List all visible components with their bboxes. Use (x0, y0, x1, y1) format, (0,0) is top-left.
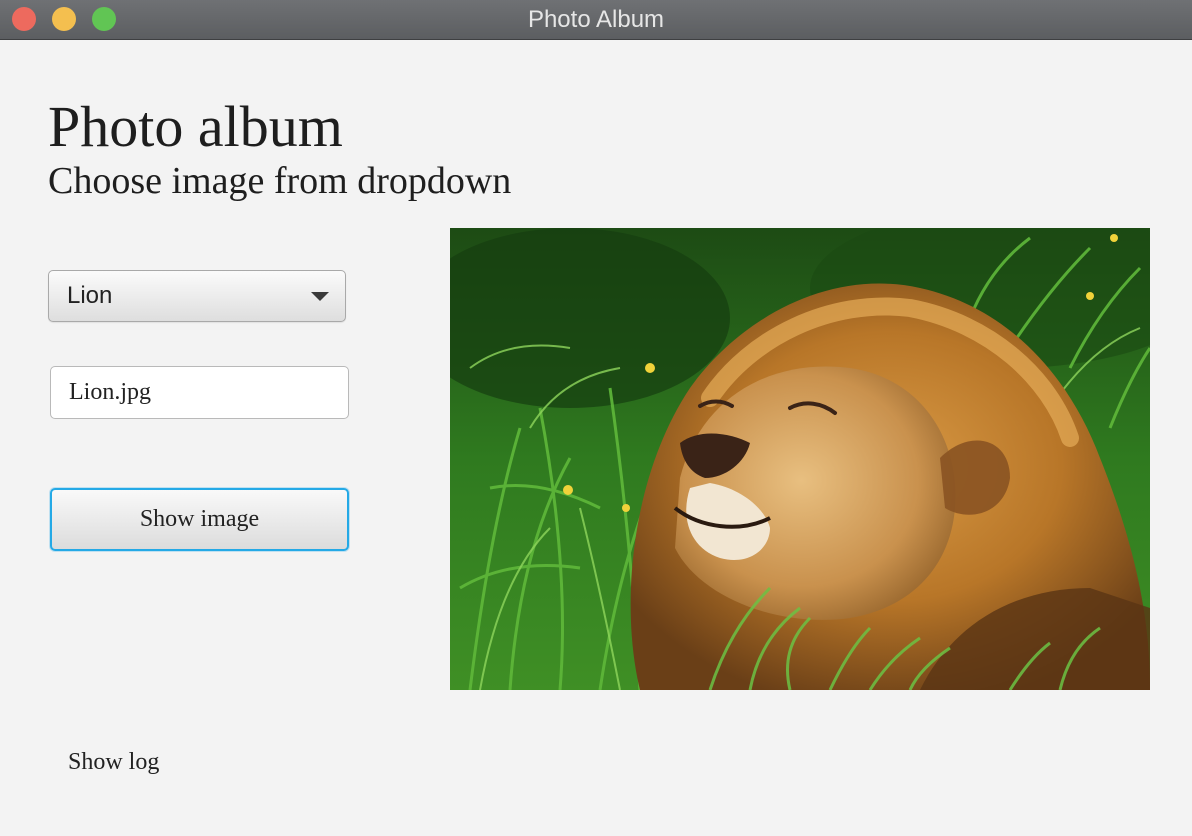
image-view (450, 228, 1150, 690)
title-bar: Photo Album (0, 0, 1192, 40)
lion-photo (450, 228, 1150, 690)
page-subtitle: Choose image from dropdown (48, 160, 512, 202)
window-title: Photo Album (527, 6, 665, 33)
chevron-down-icon (311, 292, 329, 301)
show-image-button[interactable]: Show image (50, 488, 349, 551)
image-select-value: Lion (67, 282, 113, 309)
image-select-dropdown[interactable]: Lion (48, 270, 346, 322)
show-log-link[interactable]: Show log (68, 744, 159, 780)
page-title: Photo album (48, 94, 343, 159)
app-window: Photo Album Photo album Choose image fro… (0, 0, 1192, 836)
filename-field[interactable] (50, 366, 349, 419)
